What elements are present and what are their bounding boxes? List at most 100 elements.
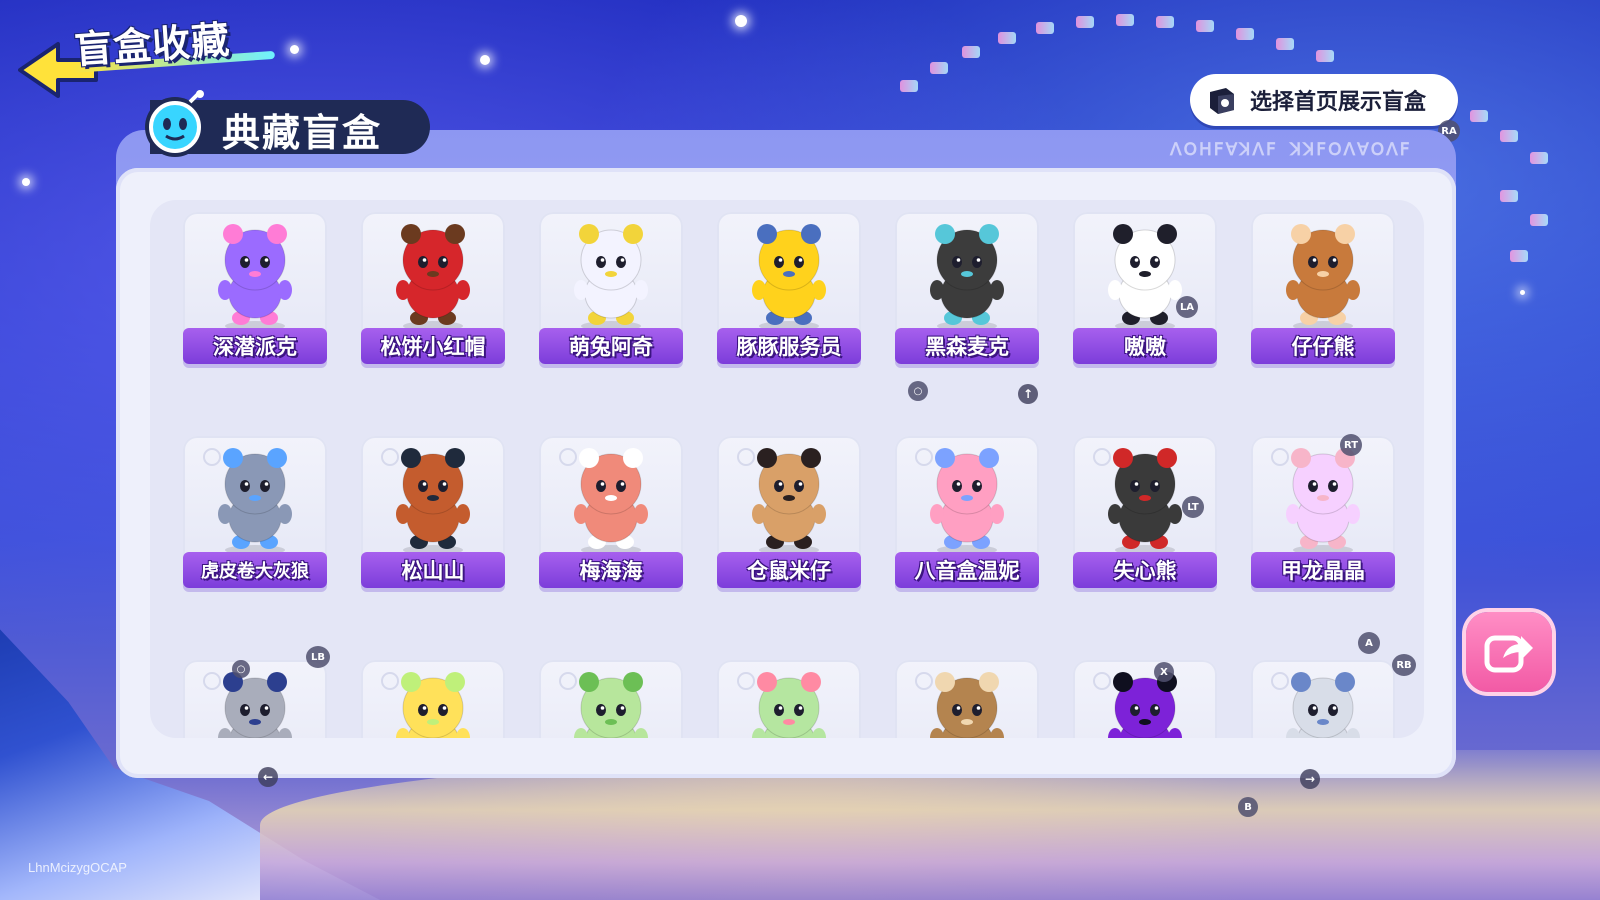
blind-box-name: 黑森麦克 [925,335,1009,359]
name-plate: 仓鼠米仔 [717,552,861,588]
blind-box-card[interactable]: 豚豚服务员 [717,212,861,402]
name-plate: 深潜派克 [183,328,327,364]
blind-box-card[interactable]: 松饼小红帽 [361,212,505,402]
figure-icon [752,224,826,331]
blind-box-name: 甲龙晶晶 [1281,559,1365,583]
blind-box-card[interactable] [539,660,683,738]
light-bar-decoration [962,46,980,58]
blind-box-name: 松山山 [401,559,465,583]
blind-box-card[interactable]: 八音盒温妮 [895,436,1039,626]
blind-box-card[interactable]: 甲龙晶晶 [1251,436,1395,626]
star-decoration [290,45,299,54]
blind-box-card[interactable]: 失心熊 [1073,436,1217,626]
name-plate: 豚豚服务员 [717,328,861,364]
light-bar-decoration [1500,190,1518,202]
blind-box-card[interactable] [183,660,327,738]
rt-hint-badge: RT [1340,434,1362,456]
figure-icon [396,448,470,555]
light-bar-decoration [1196,20,1214,32]
star-decoration [735,15,747,27]
lt-hint-badge: LT [1182,496,1204,518]
blind-box-card[interactable]: 黑森麦克 [895,212,1039,402]
figure-icon [574,448,648,555]
figure-icon [1286,224,1360,331]
name-plate: 松山山 [361,552,505,588]
figure-icon [930,672,1004,738]
blind-box-card[interactable] [717,660,861,738]
light-bar-decoration [1500,130,1518,142]
arrow-left-icon[interactable]: ← [258,767,278,787]
name-plate: 萌兔阿奇 [539,328,683,364]
light-bar-decoration [1470,110,1488,122]
la-hint-badge: LA [1176,296,1198,318]
name-plate: 嗷嗷 [1073,328,1217,364]
x-hint-badge: X [1154,662,1174,682]
star-decoration [480,55,490,65]
blind-box-name: 虎皮卷大灰狼 [201,561,309,582]
blind-box-name: 萌兔阿奇 [569,335,653,359]
blind-box-card[interactable]: 萌兔阿奇 [539,212,683,402]
name-plate: 甲龙晶晶 [1251,552,1395,588]
select-display-box-label: 选择首页展示盲盒 [1250,90,1427,115]
player-id: LhnMcizygOCAP [28,860,127,875]
light-bar-decoration [1316,50,1334,62]
arrow-up-icon[interactable]: ↑ [1018,384,1038,404]
select-display-box-button[interactable]: 选择首页展示盲盒 [1190,74,1458,126]
light-bar-decoration [998,32,1016,44]
figure-icon [218,224,292,331]
name-plate: 梅海海 [539,552,683,588]
light-bar-decoration [1036,22,1054,34]
section-title: 典藏盲盒 [222,111,383,155]
light-bar-decoration [1236,28,1254,40]
blind-box-name: 嗷嗷 [1124,335,1166,359]
o-hint-badge: ○ [908,381,928,401]
name-plate: 松饼小红帽 [361,328,505,364]
rb-hint-badge: RB [1392,654,1416,676]
name-plate: 八音盒温妮 [895,552,1039,588]
blind-box-card[interactable]: 松山山 [361,436,505,626]
figure-icon [218,448,292,555]
share-icon [1484,635,1533,673]
name-plate: 失心熊 [1073,552,1217,588]
blind-box-name: 松饼小红帽 [380,335,486,359]
figure-icon [574,672,648,738]
blind-box-card[interactable]: 深潜派克 [183,212,327,402]
figure-icon [1286,672,1360,738]
name-plate: 黑森麦克 [895,328,1039,364]
blind-box-name: 深潜派克 [213,335,297,359]
panel-deco-text: ꓥꓳꓧꓝꓯꓘꓥꓝ ꓘꓘꓝꓳꓥꓯꓳꓥꓝ [1170,140,1412,160]
blind-box-name: 失心熊 [1113,559,1177,583]
blind-box-name: 梅海海 [579,559,643,583]
light-bar-decoration [1076,16,1094,28]
blind-box-card[interactable] [895,660,1039,738]
figure-icon [1108,672,1182,738]
light-bar-decoration [1510,250,1528,262]
blind-box-card[interactable]: 仓鼠米仔 [717,436,861,626]
blind-box-grid: 深潜派克 松饼小红帽 萌兔阿奇 豚豚服务员 黑森麦克 嗷嗷 仔仔熊虎皮卷大灰狼 松山山 梅海海 仓… [183,212,1395,738]
box-icon [1210,88,1234,114]
light-bar-decoration [900,80,918,92]
blind-box-grid-area: 深潜派克 松饼小红帽 萌兔阿奇 豚豚服务员 黑森麦克 嗷嗷 仔仔熊虎皮卷大灰狼 松山山 梅海海 仓… [150,200,1424,738]
light-bar-decoration [1530,152,1548,164]
share-button[interactable] [1466,612,1552,692]
light-bar-decoration [1116,14,1134,26]
blind-box-card[interactable] [361,660,505,738]
mascot-icon [145,90,205,157]
blind-box-name: 豚豚服务员 [736,335,842,359]
blind-box-card[interactable] [1073,660,1217,738]
figure-icon [930,448,1004,555]
figure-icon [752,448,826,555]
lb-hint-badge: LB [306,646,330,668]
a-hint-badge: A [1358,632,1380,654]
blind-box-card[interactable] [1251,660,1395,738]
blind-box-name: 八音盒温妮 [914,559,1020,583]
arrow-right-icon[interactable]: → [1300,769,1320,789]
star-decoration [1520,290,1525,295]
figure-icon [396,224,470,331]
blind-box-card[interactable]: 虎皮卷大灰狼 [183,436,327,626]
blind-box-card[interactable]: 梅海海 [539,436,683,626]
figure-icon [574,224,648,331]
figure-icon [1108,448,1182,555]
figure-icon [1286,448,1360,555]
blind-box-card[interactable]: 仔仔熊 [1251,212,1395,402]
